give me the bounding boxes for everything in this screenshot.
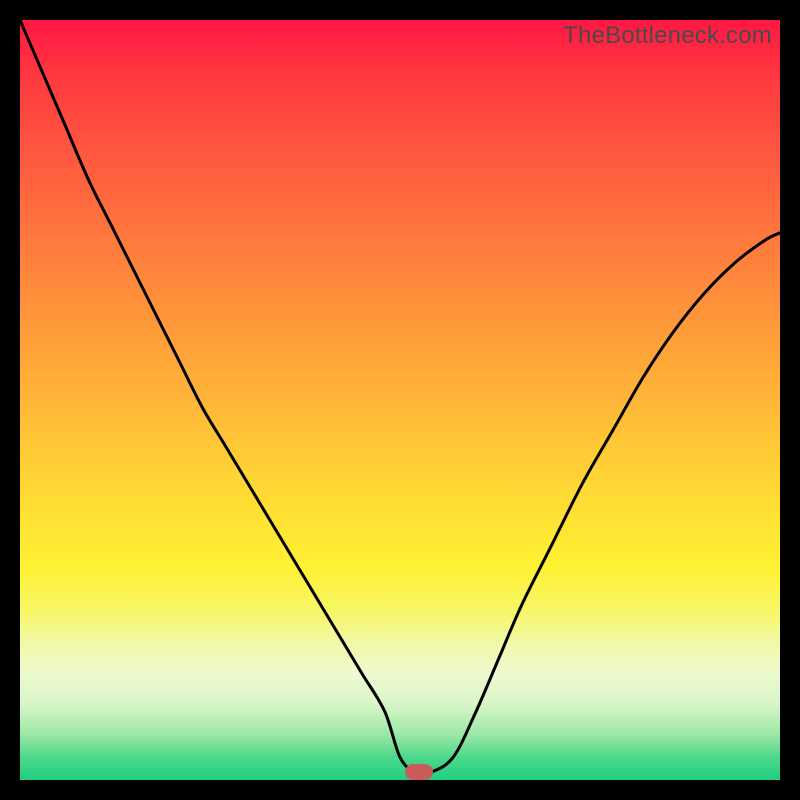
bottleneck-curve bbox=[20, 20, 780, 780]
watermark-text: TheBottleneck.com bbox=[563, 22, 772, 50]
minimum-marker bbox=[405, 764, 433, 780]
chart-frame: TheBottleneck.com bbox=[20, 20, 780, 780]
